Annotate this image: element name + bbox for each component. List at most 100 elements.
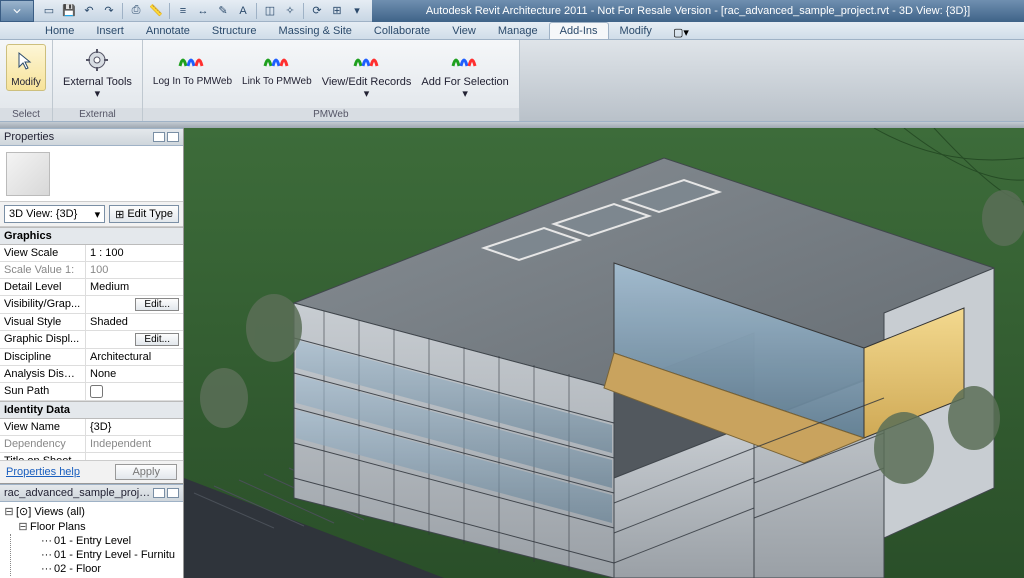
waves-icon	[451, 46, 479, 74]
prop-value[interactable]: Independent	[86, 436, 183, 452]
prop-row[interactable]: Sun Path	[0, 383, 183, 401]
prop-row[interactable]: Visibility/Grap... Edit...	[0, 296, 183, 314]
tree-item-label: 02 - Floor	[54, 563, 101, 575]
properties-help-link[interactable]: Properties help	[6, 466, 80, 478]
ribbon-panel: Modify Select External Tools▾ External L…	[0, 40, 1024, 122]
separator	[122, 3, 123, 19]
window-title: Autodesk Revit Architecture 2011 - Not F…	[372, 5, 1024, 17]
link-pmweb-label: Link To PMWeb	[242, 76, 312, 87]
switch-window-icon[interactable]: ▾	[348, 2, 366, 20]
prop-edit-button[interactable]: Edit...	[135, 298, 179, 311]
ribbon-tab-annotate[interactable]: Annotate	[135, 22, 201, 39]
align-icon[interactable]: ≡	[174, 2, 192, 20]
ribbon-tab-manage[interactable]: Manage	[487, 22, 549, 39]
project-browser: rac_advanced_sample_project.rvt - ... ⊟ …	[0, 483, 183, 578]
ribbon-tab-massing-site[interactable]: Massing & Site	[268, 22, 363, 39]
type-selector[interactable]: 3D View: {3D} ▾	[4, 205, 105, 223]
prop-value[interactable]	[86, 453, 183, 460]
tree-collapse-icon[interactable]: ⊟	[18, 520, 28, 533]
prop-value[interactable]: Edit...	[86, 331, 183, 348]
tree-item[interactable]: ··· 02 - Floor	[11, 562, 179, 576]
panel-controls	[153, 488, 179, 498]
measure-icon[interactable]: 📏	[147, 2, 165, 20]
ribbon-group-label: External	[53, 108, 142, 121]
separator	[303, 3, 304, 19]
minimize-icon[interactable]	[153, 488, 165, 498]
view-edit-records-button[interactable]: View/Edit Records▾	[318, 44, 416, 102]
prop-row[interactable]: DependencyIndependent	[0, 436, 183, 453]
prop-value[interactable]: None	[86, 366, 183, 382]
prop-value[interactable]: Edit...	[86, 296, 183, 313]
prop-row[interactable]: Title on Sheet	[0, 453, 183, 460]
ribbon-tab-add-ins[interactable]: Add-Ins	[549, 22, 609, 39]
minimize-icon[interactable]	[153, 132, 165, 142]
text-icon[interactable]: A	[234, 2, 252, 20]
prop-checkbox[interactable]	[90, 385, 103, 398]
tag-icon[interactable]: ✎	[214, 2, 232, 20]
type-selector-value: 3D View: {3D}	[9, 208, 77, 220]
modify-button[interactable]: Modify	[6, 44, 46, 91]
close-icon[interactable]	[167, 488, 179, 498]
view-icon[interactable]: ◫	[261, 2, 279, 20]
prop-section-graphics: Graphics	[0, 227, 183, 245]
prop-row[interactable]: DisciplineArchitectural	[0, 349, 183, 366]
close-icon[interactable]	[167, 132, 179, 142]
tree-item[interactable]: ··· 01 - Entry Level - Furnitu	[11, 548, 179, 562]
edit-type-button[interactable]: ⊞ Edit Type	[109, 205, 179, 223]
open-icon[interactable]: ▭	[40, 2, 58, 20]
ribbon-tab-structure[interactable]: Structure	[201, 22, 268, 39]
prop-row[interactable]: View Scale1 : 100	[0, 245, 183, 262]
prop-value[interactable]: Shaded	[86, 314, 183, 330]
add-for-selection-button[interactable]: Add For Selection▾	[417, 44, 512, 102]
ribbon-tab-view[interactable]: View	[441, 22, 487, 39]
sync-icon[interactable]: ⟳	[308, 2, 326, 20]
apply-button[interactable]: Apply	[115, 464, 177, 480]
prop-row[interactable]: Graphic Displ... Edit...	[0, 331, 183, 349]
undo-icon[interactable]: ↶	[80, 2, 98, 20]
redo-icon[interactable]: ↷	[100, 2, 118, 20]
browser-title-bar[interactable]: rac_advanced_sample_project.rvt - ...	[0, 484, 183, 502]
window-icon[interactable]: ⊞	[328, 2, 346, 20]
ribbon-group-pmweb: Log In To PMWeb Link To PMWeb View/Edit …	[143, 40, 520, 121]
prop-value[interactable]	[86, 383, 183, 400]
tree-item-label: 01 - Entry Level	[54, 535, 131, 547]
prop-row[interactable]: Detail LevelMedium	[0, 279, 183, 296]
print-icon[interactable]: ⎙	[127, 2, 145, 20]
prop-value[interactable]: Architectural	[86, 349, 183, 365]
properties-footer: Properties help Apply	[0, 460, 183, 483]
ribbon-tab-home[interactable]: Home	[34, 22, 85, 39]
separator	[169, 3, 170, 19]
tree-category[interactable]: ⊟ Floor Plans	[4, 519, 179, 534]
3d-icon[interactable]: ✧	[281, 2, 299, 20]
ribbon-tab-modify[interactable]: Modify	[609, 22, 663, 39]
prop-value[interactable]: {3D}	[86, 419, 183, 435]
dropdown-icon: ▢▾	[673, 26, 689, 39]
3d-viewport[interactable]	[184, 128, 1024, 578]
prop-row[interactable]: Analysis Displ...None	[0, 366, 183, 383]
tree-collapse-icon[interactable]: ⊟	[4, 505, 14, 518]
edit-type-label: Edit Type	[127, 208, 173, 220]
prop-row[interactable]: Visual StyleShaded	[0, 314, 183, 331]
prop-row[interactable]: Scale Value 1:100	[0, 262, 183, 279]
ribbon-help[interactable]: ▢▾	[673, 26, 689, 39]
prop-value[interactable]: Medium	[86, 279, 183, 295]
prop-key: Graphic Displ...	[0, 331, 86, 348]
app-menu-button[interactable]	[0, 0, 34, 22]
save-icon[interactable]: 💾	[60, 2, 78, 20]
quick-access-toolbar: ▭ 💾 ↶ ↷ ⎙ 📏 ≡ ↔ ✎ A ◫ ✧ ⟳ ⊞ ▾	[34, 0, 372, 22]
ribbon-tab-insert[interactable]: Insert	[85, 22, 135, 39]
tree-root[interactable]: ⊟ [⊙] Views (all)	[4, 504, 179, 519]
prop-key: Visibility/Grap...	[0, 296, 86, 313]
tree-item[interactable]: ··· 01 - Entry Level	[11, 534, 179, 548]
prop-key: Detail Level	[0, 279, 86, 295]
dimension-icon[interactable]: ↔	[194, 2, 212, 20]
external-tools-button[interactable]: External Tools▾	[59, 44, 136, 102]
prop-edit-button[interactable]: Edit...	[135, 333, 179, 346]
link-pmweb-button[interactable]: Link To PMWeb	[238, 44, 316, 102]
prop-row[interactable]: View Name{3D}	[0, 419, 183, 436]
login-pmweb-button[interactable]: Log In To PMWeb	[149, 44, 236, 102]
properties-title-bar[interactable]: Properties	[0, 128, 183, 146]
prop-value[interactable]: 1 : 100	[86, 245, 183, 261]
prop-value[interactable]: 100	[86, 262, 183, 278]
ribbon-tab-collaborate[interactable]: Collaborate	[363, 22, 441, 39]
